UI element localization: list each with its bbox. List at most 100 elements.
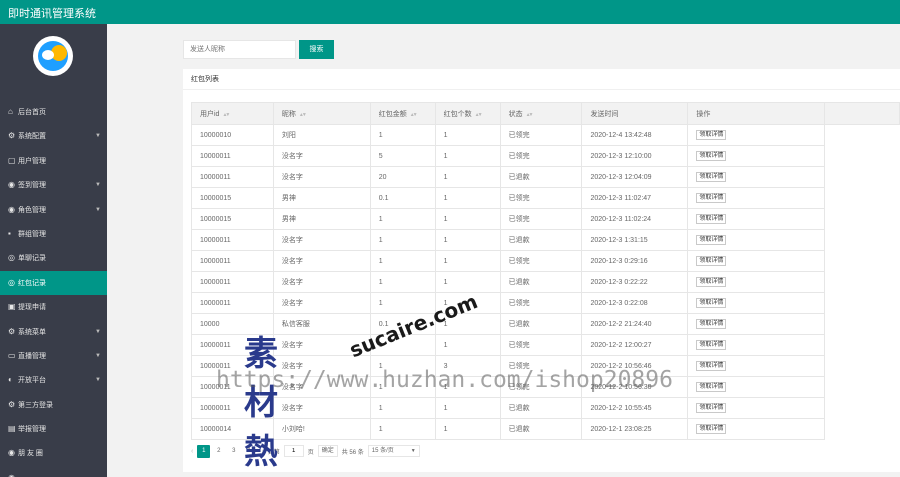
receive-detail-button[interactable]: 领取详情 (696, 130, 727, 140)
table-cell: 10000011 (191, 166, 274, 188)
table-cell: 1 (434, 271, 501, 293)
action-cell: 领取详情 (687, 166, 826, 188)
receive-detail-button[interactable]: 领取详情 (696, 382, 727, 392)
sort-icon[interactable]: ▲▼ (299, 112, 307, 118)
page-number-2[interactable]: 2 (212, 445, 225, 458)
sidebar-item-11[interactable]: ◐ 开放平台 ▼ (0, 368, 107, 392)
header-filler (824, 102, 900, 125)
sort-icon[interactable]: ▲▼ (410, 112, 418, 118)
page-number-4[interactable]: 4 (242, 445, 255, 458)
table-cell: 已退款 (499, 229, 583, 251)
sidebar-item-2[interactable]: ▢ 用户管理 (0, 149, 107, 173)
receive-detail-button[interactable]: 领取详情 (696, 277, 727, 287)
page-number-3[interactable]: 3 (227, 445, 240, 458)
sort-icon[interactable]: ▲▼ (222, 112, 230, 118)
app-logo-icon (33, 36, 73, 76)
page-size-select[interactable]: 15 条/页 ▼ (367, 445, 420, 457)
table-row: 10000011 没名字 1 1 已退款 2020-12-3 0:22:22 领取详情 (191, 271, 900, 293)
table-cell: 1 (369, 271, 436, 293)
sidebar-item-label: 提现申请 (18, 304, 46, 312)
sort-icon[interactable]: ▲▼ (526, 112, 534, 118)
receive-detail-button[interactable]: 领取详情 (696, 424, 727, 434)
action-cell: 领取详情 (687, 208, 826, 230)
column-header[interactable]: 状态 ▲▼ (499, 102, 583, 125)
sidebar-item-14[interactable]: ◉ 朋 友 圈 (0, 441, 107, 465)
action-cell: 领取详情 (687, 145, 826, 167)
action-cell: 领取详情 (687, 292, 826, 314)
search-input[interactable] (183, 40, 296, 59)
sidebar-item-8[interactable]: ▣ 提现申请 (0, 295, 107, 319)
table-cell: 2020-12-2 10:56:46 (581, 355, 689, 377)
table-cell: 已领完 (499, 187, 583, 209)
goto-prefix: 到第 (267, 449, 280, 456)
table-row: 10000010 刘阳 1 1 已领完 2020-12-4 13:42:48 领取详情 (191, 124, 900, 146)
table-cell: 1 (434, 208, 501, 230)
receive-detail-button[interactable]: 领取详情 (696, 298, 727, 308)
menu-icon: ⚙ (8, 326, 16, 336)
receive-detail-button[interactable]: 领取详情 (696, 235, 727, 245)
moments-icon: ◉ (8, 448, 15, 458)
column-header[interactable]: 红包个数 ▲▼ (434, 102, 501, 125)
sidebar: ⌂ 后台首页 ⚙ 系统配置 ▼ ▢ 用户管理 ◉ 签到管理 ▼ ◉ 角色管理 ▼ ▪ 群组管理 ◎ 单聊记录 ◎ 红… (0, 24, 107, 477)
column-header[interactable]: 用户id ▲▼ (191, 102, 274, 125)
sidebar-item-4[interactable]: ◉ 角色管理 ▼ (0, 198, 107, 222)
receive-detail-button[interactable]: 领取详情 (696, 256, 727, 266)
receive-detail-button[interactable]: 领取详情 (696, 361, 727, 371)
page-numbers: 1234 (197, 444, 257, 458)
page-number-1[interactable]: 1 (197, 444, 211, 458)
sidebar-item-0[interactable]: ⌂ 后台首页 (0, 100, 107, 124)
chevron-down-icon: ▼ (95, 377, 101, 384)
prev-page-icon[interactable]: ‹ (191, 448, 193, 455)
table-cell: 10000011 (191, 397, 274, 419)
sign-in-icon: ◉ (8, 180, 15, 190)
table-cell: 男神 (272, 208, 371, 230)
sidebar-item-3[interactable]: ◉ 签到管理 ▼ (0, 173, 107, 197)
receive-detail-button[interactable]: 领取详情 (696, 403, 727, 413)
receive-detail-button[interactable]: 领取详情 (696, 340, 727, 350)
table-cell: 已领完 (499, 124, 583, 146)
table-row: 10000011 没名字 1 1 已领完 2020-12-2 10:56:30 领取详情 (191, 376, 900, 398)
receive-detail-button[interactable]: 领取详情 (696, 214, 727, 224)
sidebar-item-10[interactable]: ▭ 直播管理 ▼ (0, 344, 107, 368)
table-row: 10000011 没名字 1 1 已领完 2020-12-3 0:29:16 领取详情 (191, 250, 900, 272)
table-cell: 1 (434, 397, 501, 419)
goto-suffix: 页 (307, 449, 314, 456)
table-row: 10000 私信客服 0.1 1 已退款 2020-12-2 21:24:40 领取详情 (191, 313, 900, 335)
column-header[interactable]: 昵称 ▲▼ (272, 102, 371, 125)
receive-detail-button[interactable]: 领取详情 (696, 193, 727, 203)
receive-detail-button[interactable]: 领取详情 (696, 172, 727, 182)
table-cell: 20 (369, 166, 436, 188)
sidebar-item-6[interactable]: ◎ 单聊记录 (0, 246, 107, 270)
chevron-down-icon: ▼ (410, 448, 416, 454)
table-cell: 2020-12-4 13:42:48 (581, 124, 689, 146)
search-button[interactable]: 搜索 (299, 40, 334, 59)
receive-detail-button[interactable]: 领取详情 (696, 319, 727, 329)
sidebar-item-13[interactable]: ▤ 举报管理 (0, 417, 107, 441)
goto-confirm-button[interactable]: 确定 (317, 445, 338, 457)
table-cell: 1 (434, 229, 501, 251)
sidebar-item-9[interactable]: ⚙ 系统菜单 ▼ (0, 320, 107, 344)
next-page-icon[interactable]: › (261, 448, 263, 455)
table-cell: 刘阳 (272, 124, 371, 146)
receive-detail-button[interactable]: 领取详情 (696, 151, 727, 161)
sidebar-item-label: 第三方登录 (18, 401, 53, 409)
table-cell: 1 (434, 376, 501, 398)
app-title: 即时通讯管理系统 (8, 8, 96, 20)
column-header[interactable]: 红包金额 ▲▼ (369, 102, 436, 125)
table-row: 10000014 小刘哈! 1 1 已退款 2020-12-1 23:08:25 领取详情 (191, 418, 900, 440)
goto-page-input[interactable] (283, 445, 304, 457)
action-cell: 领取详情 (687, 376, 826, 398)
table-cell: 已退款 (499, 313, 583, 335)
sidebar-item-15[interactable]: ◉… (0, 466, 107, 477)
sidebar-item-7[interactable]: ◎ 红包记录 (0, 270, 107, 296)
role-icon: ◉ (8, 204, 15, 214)
sidebar-item-5[interactable]: ▪ 群组管理 (0, 222, 107, 246)
table-cell: 1 (369, 376, 436, 398)
table-cell: 10000011 (191, 355, 274, 377)
sort-icon[interactable]: ▲▼ (475, 112, 483, 118)
sidebar-item-label: 签到管理 (18, 182, 46, 190)
sidebar-item-1[interactable]: ⚙ 系统配置 ▼ (0, 124, 107, 148)
third-login-icon: ⚙ (8, 399, 16, 409)
column-header-label: 昵称 (281, 110, 296, 118)
sidebar-item-12[interactable]: ⚙ 第三方登录 (0, 393, 107, 417)
